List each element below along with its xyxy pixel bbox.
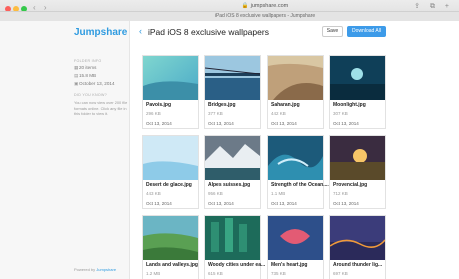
lock-icon: 🔒 — [241, 3, 249, 9]
file-card[interactable]: Lands and valleys.jpg1.2 MBOct 13, 2014 — [142, 215, 199, 279]
file-date: Oct 13, 2014 — [271, 201, 297, 206]
address-bar[interactable]: 🔒 jumpshare.com — [205, 2, 325, 10]
file-thumbnail[interactable] — [330, 136, 385, 180]
file-name[interactable]: Lands and valleys.jpg — [146, 262, 198, 268]
file-date: Oct 13, 2014 — [333, 201, 359, 206]
file-card[interactable]: Pavois.jpg 296 KB Oct 13, 2014 — [142, 55, 199, 129]
file-thumbnail[interactable] — [143, 136, 198, 180]
logo[interactable]: Jumpshare — [74, 27, 127, 38]
folder-date: ▣October 13, 2014 — [74, 81, 115, 87]
file-name[interactable]: Moonlight.jpg — [333, 102, 366, 108]
file-size: 442 KB — [271, 111, 286, 116]
file-thumbnail[interactable] — [205, 136, 260, 180]
folder-date-label: October 13, 2014 — [79, 81, 115, 86]
powered-by-link[interactable]: Jumpshare — [96, 267, 116, 272]
sidebar: Jumpshare FOLDER INFO ▦20 items ▤15.8 MB… — [0, 21, 130, 279]
file-name[interactable]: Men's heart.jpg — [271, 262, 307, 268]
powered-by-label: Powered by — [74, 267, 96, 272]
file-size: 1.1 MB — [271, 191, 286, 196]
file-name[interactable]: Pavois.jpg — [146, 102, 171, 108]
items-count: ▦20 items — [74, 65, 96, 71]
file-name[interactable]: Desert de glace.jpg — [146, 182, 192, 188]
save-button[interactable]: Save — [322, 26, 343, 37]
file-name[interactable]: Strength of the Ocean.... — [271, 182, 329, 188]
file-card[interactable]: Saharan.jpg 442 KB Oct 13, 2014 — [267, 55, 324, 129]
file-size: 307 KB — [333, 111, 348, 116]
file-date: Oct 13, 2014 — [146, 201, 172, 206]
file-date: Oct 13, 2014 — [208, 121, 234, 126]
folder-size-label: 15.8 MB — [79, 73, 97, 78]
file-card[interactable]: Provencial.jpg 712 KB Oct 13, 2014 — [329, 135, 386, 209]
file-size: 697 KB — [333, 271, 348, 276]
file-name[interactable]: Woody cities under ea... — [208, 262, 265, 268]
file-size: 956 KB — [208, 191, 223, 196]
file-name[interactable]: Alpes suisses.jpg — [208, 182, 250, 188]
file-name[interactable]: Provencial.jpg — [333, 182, 367, 188]
file-name[interactable]: Bridges.jpg — [208, 102, 236, 108]
file-card[interactable]: Woody cities under ea...615 KBOct 13, 20… — [204, 215, 265, 279]
file-size: 377 KB — [208, 111, 223, 116]
file-thumbnail[interactable] — [205, 216, 260, 260]
file-thumbnail[interactable] — [205, 56, 260, 100]
download-all-button[interactable]: Download All — [347, 26, 386, 37]
file-size: 735 KB — [271, 271, 286, 276]
file-thumbnail[interactable] — [143, 56, 198, 100]
file-card[interactable]: Desert de glace.jpg 443 KB Oct 13, 2014 — [142, 135, 199, 209]
file-thumbnail[interactable] — [268, 56, 323, 100]
file-thumbnail[interactable] — [330, 216, 385, 260]
file-name[interactable]: Saharan.jpg — [271, 102, 300, 108]
file-thumbnail[interactable] — [268, 216, 323, 260]
did-you-know-text: You can now view over 200 file formats o… — [74, 100, 128, 117]
file-thumbnail[interactable] — [143, 216, 198, 260]
file-size: 615 KB — [208, 271, 223, 276]
tab-bar: iPad iOS 8 exclusive wallpapers - Jumpsh… — [0, 11, 459, 21]
file-date: Oct 13, 2014 — [333, 121, 359, 126]
file-card[interactable]: Bridges.jpg 377 KB Oct 13, 2014 — [204, 55, 261, 129]
folder-info-heading: FOLDER INFO — [74, 59, 102, 63]
items-count-label: 20 items — [79, 65, 97, 70]
page-title: iPad iOS 8 exclusive wallpapers — [148, 27, 269, 37]
file-size: 296 KB — [146, 111, 161, 116]
file-size: 712 KB — [333, 191, 348, 196]
file-card[interactable]: Moonlight.jpg 307 KB Oct 13, 2014 — [329, 55, 386, 129]
did-you-know-heading: DID YOU KNOW? — [74, 93, 107, 97]
file-name[interactable]: Around thunder lig... — [333, 262, 382, 268]
address-text: jumpshare.com — [250, 3, 289, 9]
browser-tab[interactable]: iPad iOS 8 exclusive wallpapers - Jumpsh… — [190, 12, 340, 21]
file-date: Oct 13, 2014 — [208, 201, 234, 206]
file-size: 443 KB — [146, 191, 161, 196]
file-card[interactable]: Around thunder lig...697 KBOct 13, 2014 — [329, 215, 386, 279]
file-thumbnail[interactable] — [330, 56, 385, 100]
file-date: Oct 13, 2014 — [271, 121, 297, 126]
file-date: Oct 13, 2014 — [146, 121, 172, 126]
file-card[interactable]: Strength of the Ocean.... 1.1 MB Oct 13, 2… — [267, 135, 329, 209]
powered-by: Powered by Jumpshare — [74, 267, 116, 272]
file-card[interactable]: Men's heart.jpg735 KBOct 13, 2014 — [267, 215, 324, 279]
browser-actions[interactable]: ⇪ ⧉ + — [414, 2, 453, 11]
file-size: 1.2 MB — [146, 271, 161, 276]
folder-size: ▤15.8 MB — [74, 73, 96, 79]
back-chevron-icon[interactable]: ‹ — [139, 26, 142, 36]
browser-chrome: ‹ › 🔒 jumpshare.com ⇪ ⧉ + iPad iOS 8 excl… — [0, 0, 459, 21]
file-thumbnail[interactable] — [268, 136, 323, 180]
file-card[interactable]: Alpes suisses.jpg 956 KB Oct 13, 2014 — [204, 135, 261, 209]
